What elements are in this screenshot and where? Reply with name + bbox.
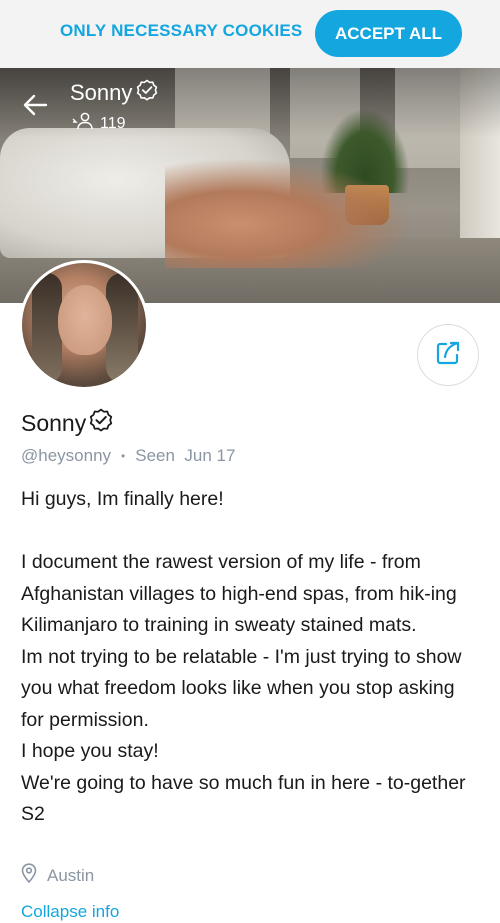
last-seen: Seen Jun 17 (135, 446, 236, 465)
verified-badge-icon (136, 79, 158, 107)
collapse-info-link[interactable]: Collapse info (21, 902, 119, 922)
avatar[interactable] (19, 260, 149, 390)
bio-text: Hi guys, Im finally here! I document the… (21, 488, 466, 825)
location-row: Austin (21, 863, 94, 888)
handle-row: @heysonny • Seen Jun 17 (21, 446, 235, 466)
separator-dot: • (121, 449, 126, 463)
share-button[interactable] (417, 324, 479, 386)
location-pin-icon (21, 863, 37, 888)
verified-badge-icon (89, 408, 113, 438)
avatar-image (22, 263, 146, 387)
cookie-bar: ONLY NECESSARY COOKIES ACCEPT ALL (0, 0, 500, 68)
share-icon (435, 340, 461, 371)
profile-bio: Hi guys, Im finally here! I document the… (21, 484, 481, 831)
back-arrow-icon[interactable] (22, 92, 48, 118)
accept-all-cookies-button[interactable]: ACCEPT ALL (315, 10, 462, 57)
header-name: Sonny (70, 79, 158, 107)
header-followers: 119 (72, 112, 126, 135)
profile-name: Sonny (21, 408, 113, 438)
header-name-text: Sonny (70, 80, 133, 105)
location-text: Austin (47, 865, 95, 885)
followers-count: 119 (100, 114, 126, 132)
only-necessary-cookies-button[interactable]: ONLY NECESSARY COOKIES (60, 21, 302, 41)
profile-name-text: Sonny (21, 409, 87, 436)
followers-icon (72, 112, 94, 135)
profile-handle: @heysonny (21, 446, 112, 465)
